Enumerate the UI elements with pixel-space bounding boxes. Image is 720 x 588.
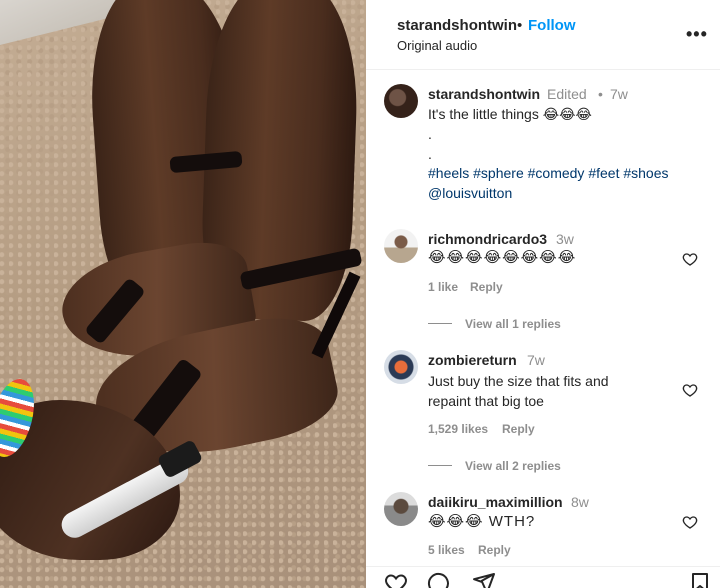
view-replies-button[interactable]: View all 1 replies xyxy=(465,317,561,331)
comment-text: 😂😂😂😂😂😂😂😂 xyxy=(428,249,577,266)
post-author-avatar[interactable] xyxy=(384,84,418,118)
commenter-username[interactable]: zombiereturn xyxy=(428,352,517,368)
post-author-username[interactable]: starandshontwin xyxy=(428,86,540,102)
post-age: 7w xyxy=(610,86,628,102)
post-mention[interactable]: @louisvuitton xyxy=(428,183,512,203)
view-replies-button[interactable]: View all 2 replies xyxy=(465,459,561,473)
view-replies-line xyxy=(428,323,452,324)
comment-likes[interactable]: 5 likes xyxy=(428,543,465,557)
comment-like-heart-icon[interactable] xyxy=(682,251,698,267)
comment-age: 7w xyxy=(527,352,545,368)
commenter-avatar[interactable] xyxy=(384,229,418,263)
comment-text: Just buy the size that fits and repaint … xyxy=(428,373,609,409)
post-panel: starandshontwin • Follow Original audio … xyxy=(366,0,720,588)
comment-age: 3w xyxy=(556,231,574,247)
bookmark-icon[interactable] xyxy=(688,571,712,588)
audio-link[interactable]: Original audio xyxy=(397,38,477,53)
comment-reply-button[interactable]: Reply xyxy=(478,543,511,557)
comment-like-heart-icon[interactable] xyxy=(682,382,698,398)
comment-likes[interactable]: 1 like xyxy=(428,280,458,294)
post-hashtags[interactable]: #heels #sphere #comedy #feet #shoes xyxy=(428,163,713,183)
post-caption: It's the little things 😂😂😂 xyxy=(428,106,592,122)
more-options-icon[interactable]: ••• xyxy=(686,24,708,45)
comment-icon[interactable] xyxy=(426,571,450,588)
follow-button[interactable]: Follow xyxy=(528,17,576,34)
heart-icon[interactable] xyxy=(384,571,408,588)
commenter-username[interactable]: richmondricardo3 xyxy=(428,231,547,247)
comment-reply-button[interactable]: Reply xyxy=(502,422,535,436)
header-separator: • xyxy=(517,17,523,34)
commenter-username[interactable]: daiikiru_maximillion xyxy=(428,494,563,510)
commenter-avatar[interactable] xyxy=(384,492,418,526)
post-media[interactable] xyxy=(0,0,366,588)
header-username[interactable]: starandshontwin xyxy=(397,17,517,34)
comment-reply-button[interactable]: Reply xyxy=(470,280,503,294)
post-edited-label: Edited xyxy=(547,86,587,102)
action-bar xyxy=(366,566,720,588)
post-meta-separator: • xyxy=(598,86,603,102)
view-replies-line xyxy=(428,465,452,466)
comment-text: 😂😂😂 WTH? xyxy=(428,513,536,530)
comment-likes[interactable]: 1,529 likes xyxy=(428,422,488,436)
post-dot-line-1: . xyxy=(428,126,432,142)
post-header: starandshontwin • Follow Original audio … xyxy=(366,0,720,70)
post-dot-line-2: . xyxy=(428,146,432,162)
comment-like-heart-icon[interactable] xyxy=(682,514,698,530)
commenter-avatar[interactable] xyxy=(384,350,418,384)
comment-age: 8w xyxy=(571,494,589,510)
share-icon[interactable] xyxy=(472,571,496,588)
